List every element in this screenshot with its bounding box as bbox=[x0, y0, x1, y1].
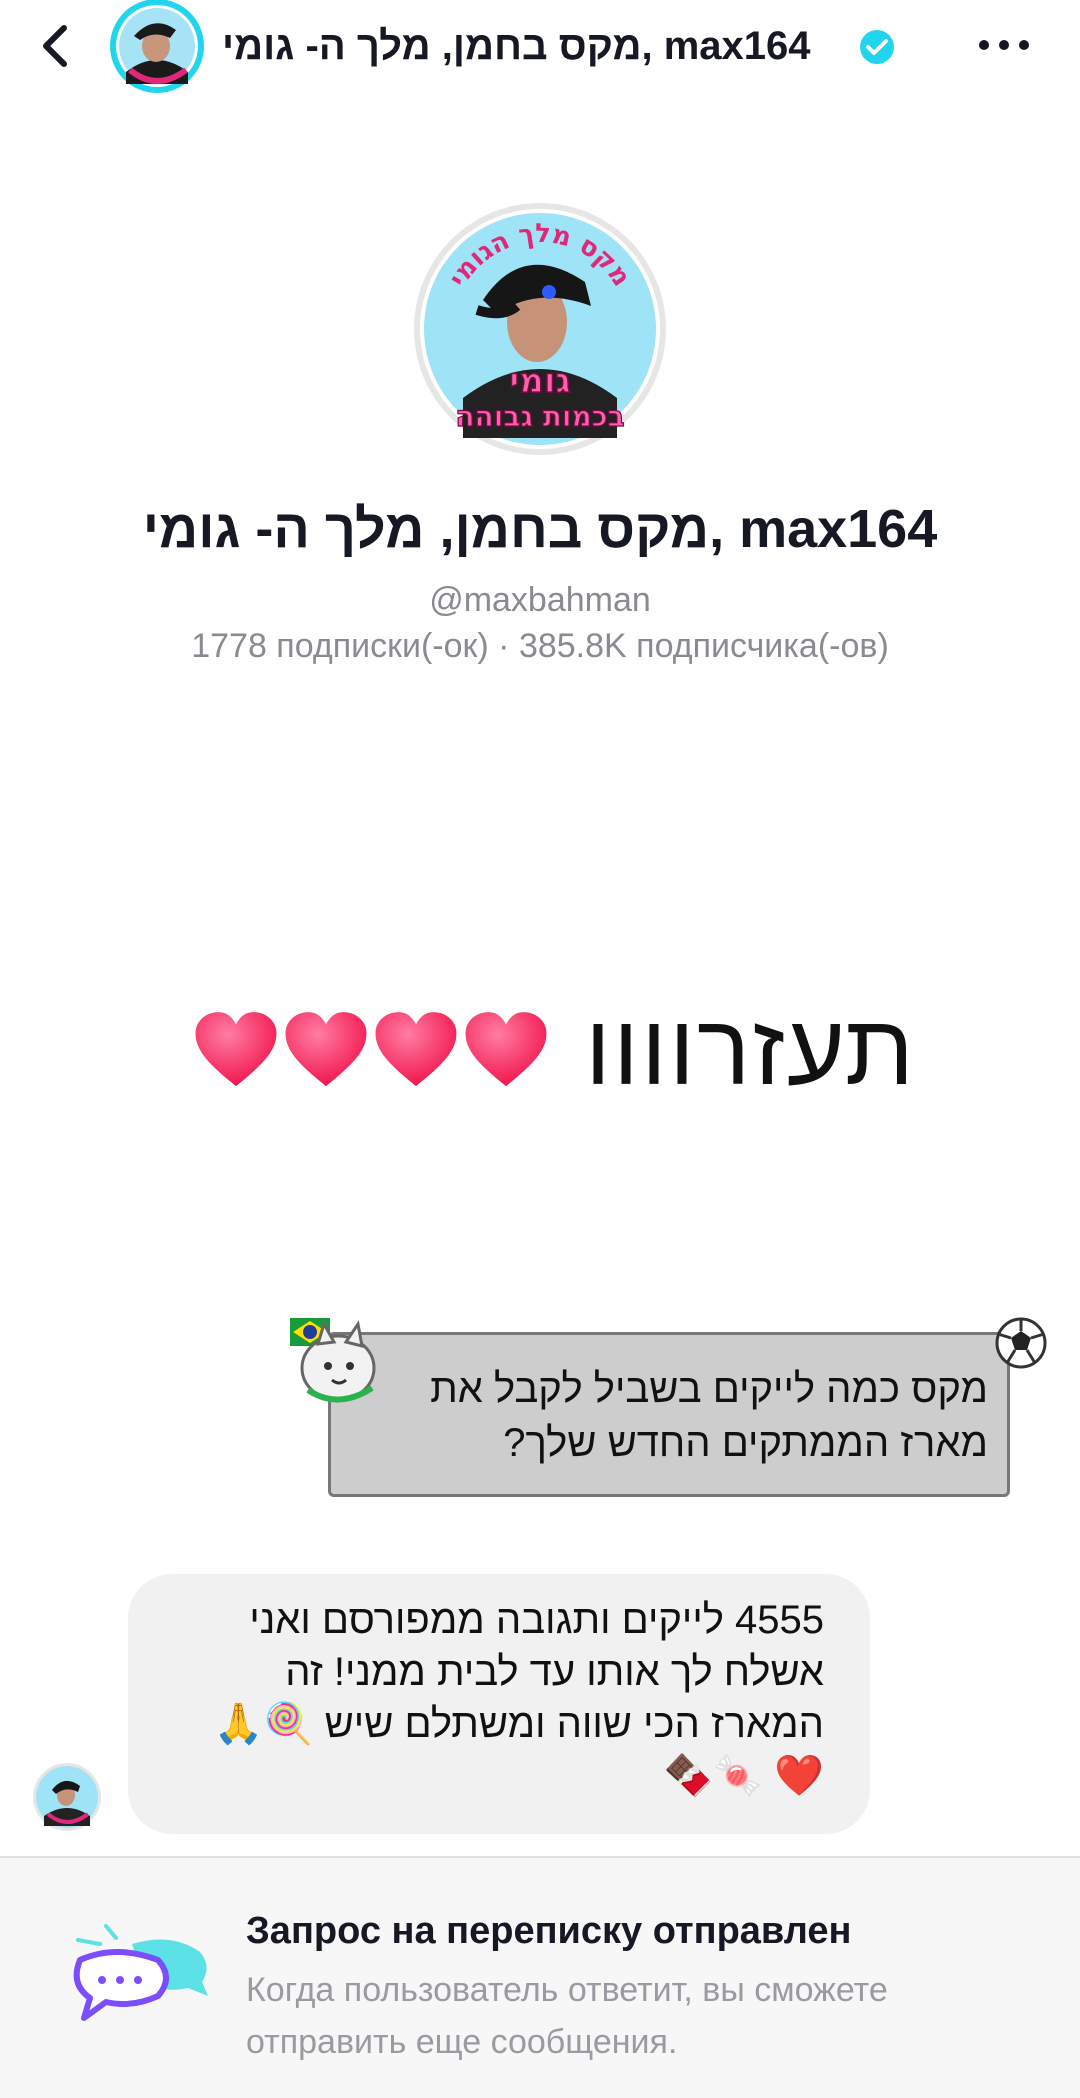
video-overlay: תעזרוווו bbox=[195, 985, 916, 1115]
footer-title: Запрос на переписку отправлен bbox=[246, 1910, 852, 1952]
soccer-ball-icon bbox=[995, 1317, 1047, 1369]
avatar-bottom-text-1: גומי bbox=[509, 361, 570, 401]
back-button[interactable] bbox=[36, 22, 76, 70]
heart-icon bbox=[195, 1012, 277, 1087]
heart-icon bbox=[465, 1012, 547, 1087]
verified-badge-icon bbox=[858, 28, 896, 66]
heart-icon bbox=[285, 1012, 367, 1087]
profile-handle: @maxbahman bbox=[429, 581, 651, 619]
message-text: 4555 לייקים ותגובה ממפורסם ואני אשלח לך … bbox=[213, 1598, 824, 1798]
chat-header: מקס בחמן, מלך ה- גומי, max164 bbox=[0, 0, 1080, 93]
quoted-comment-text: מקס כמה לייקים בשביל לקבל את מארז הממתקי… bbox=[430, 1367, 988, 1465]
footer-description: Когда пользователь ответит, вы сможете о… bbox=[246, 1971, 888, 2061]
overlay-text: תעזרוווו bbox=[585, 993, 916, 1106]
header-avatar[interactable] bbox=[104, 0, 210, 98]
header-title[interactable]: מקס בחמן, מלך ה- גומי, max164 bbox=[222, 18, 811, 74]
more-horizontal-icon bbox=[979, 40, 1029, 50]
request-sent-footer: Запрос на переписку отправлен Когда поль… bbox=[0, 1856, 1080, 2098]
heart-icon bbox=[375, 1012, 457, 1087]
profile-avatar[interactable]: מקס מלך הגומי גומי בכמות גבוהה bbox=[413, 202, 667, 456]
profile-stats: 1778 подписки(-ок) · 385.8K подписчика(-… bbox=[191, 627, 889, 665]
cat-brazil-sticker-icon bbox=[290, 1318, 376, 1403]
chevron-left-icon bbox=[43, 25, 67, 67]
hearts-row bbox=[191, 1006, 551, 1094]
sender-avatar[interactable] bbox=[32, 1762, 102, 1832]
profile-name: מקס בחמן, מלך ה- גומי, max164 bbox=[142, 499, 938, 559]
message-bubble[interactable]: 4555 לייקים ותגובה ממפורסם ואני אשלח לך … bbox=[128, 1574, 870, 1834]
avatar-bottom-text-2: בכמות גבוהה bbox=[455, 400, 624, 433]
quoted-comment-card[interactable]: מקס כמה לייקים בשביל לקבל את מארז הממתקי… bbox=[288, 1310, 1058, 1510]
more-options-button[interactable] bbox=[976, 30, 1032, 60]
chat-request-icon bbox=[73, 1924, 208, 2021]
